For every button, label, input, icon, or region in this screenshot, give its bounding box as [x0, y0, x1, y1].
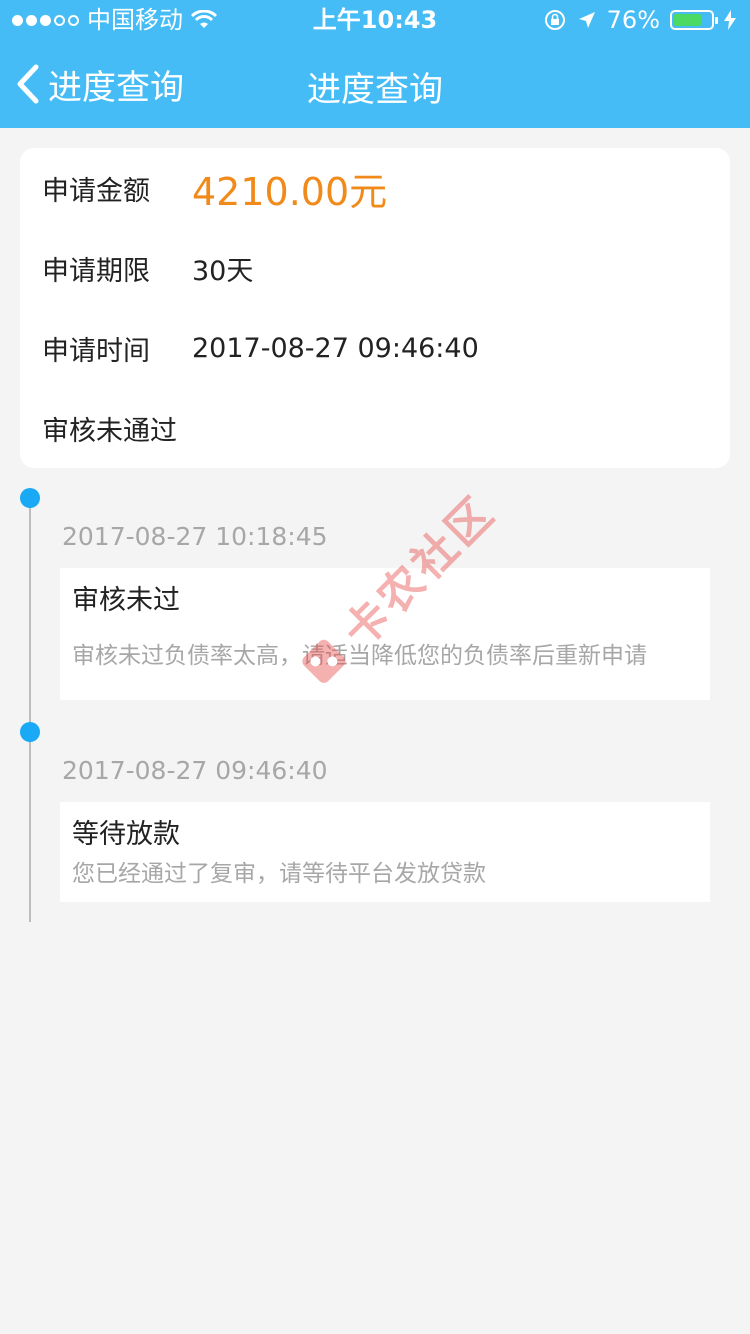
timeline-dot: [20, 488, 40, 508]
status-row: 审核未通过: [42, 398, 710, 458]
charging-bolt-icon: [724, 10, 736, 30]
nav-bar: 进度查询 进度查询: [0, 40, 750, 128]
progress-screen: 中国移动 上午10:43 76% 进度查询 进度查询 申请金额 4210.00元…: [0, 0, 750, 1334]
timeline-item: 等待放款 您已经通过了复审，请等待平台发放贷款: [60, 802, 710, 902]
amount-row: 申请金额 4210.00元: [42, 158, 710, 218]
timeline-title: 审核未过: [72, 585, 180, 616]
amount-value: 4210.00元: [192, 169, 388, 214]
term-label: 申请期限: [42, 255, 150, 287]
timeline-desc: 您已经通过了复审，请等待平台发放贷款: [72, 861, 486, 887]
amount-label: 申请金额: [42, 175, 150, 207]
term-row: 申请期限 30天: [42, 238, 710, 298]
timeline-dot: [20, 722, 40, 742]
battery-percent: 76%: [606, 6, 660, 34]
status-bar: 中国移动 上午10:43 76%: [0, 0, 750, 40]
timeline-time: 2017-08-27 09:46:40: [62, 756, 328, 785]
timeline-title: 等待放款: [72, 819, 180, 850]
term-value: 30天: [192, 255, 254, 287]
location-arrow-icon: [578, 12, 595, 28]
status-right: 76%: [543, 0, 736, 40]
timeline-time: 2017-08-27 10:18:45: [62, 522, 328, 551]
application-summary-card: 申请金额 4210.00元 申请期限 30天 申请时间 2017-08-27 0…: [20, 148, 730, 468]
time-row: 申请时间 2017-08-27 09:46:40: [42, 318, 710, 378]
battery-icon: [670, 10, 718, 30]
page-title: 进度查询: [307, 70, 443, 110]
rotation-lock-icon: [544, 10, 565, 30]
time-label: 申请时间: [42, 335, 150, 367]
time-value: 2017-08-27 09:46:40: [192, 332, 479, 364]
timeline-line: [29, 497, 31, 922]
header: 中国移动 上午10:43 76% 进度查询 进度查询: [0, 0, 750, 128]
status-text: 审核未通过: [42, 415, 177, 447]
